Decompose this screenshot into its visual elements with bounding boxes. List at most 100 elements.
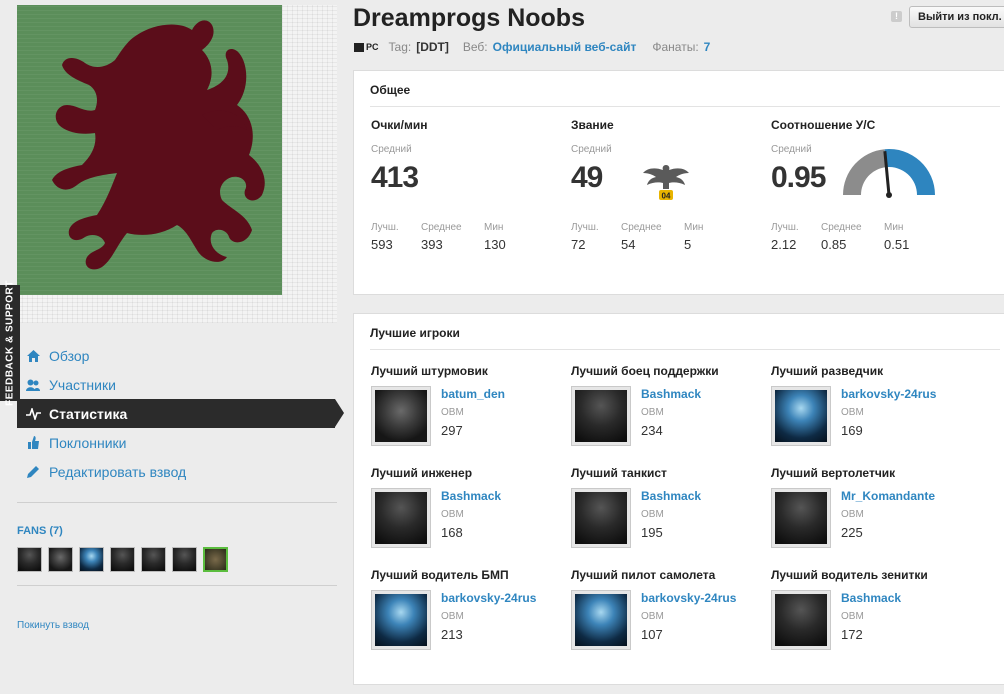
panel-title: Общее (370, 83, 411, 97)
avatar-image (375, 390, 427, 442)
leave-platoon-link[interactable]: Покинуть взвод (17, 620, 89, 631)
website-link[interactable]: Официальный веб-сайт (493, 40, 637, 54)
warning-icon[interactable]: ! (891, 11, 902, 22)
best-player-card: Лучший боец поддержки Bashmack ОВМ 234 (571, 364, 771, 464)
stat-rank: Звание Средний 49 04 Лучш. 72 Среднее 54 М… (571, 118, 771, 252)
avatar-image (775, 492, 827, 544)
sidebar-item-label: Поклонники (49, 434, 127, 451)
average-label: Среднее (421, 222, 462, 233)
player-role: Лучший разведчик (771, 364, 884, 378)
stat-sublabel: Средний (371, 144, 412, 155)
fan-avatar[interactable] (48, 547, 73, 572)
player-role: Лучший водитель зенитки (771, 568, 928, 582)
player-role: Лучший боец поддержки (571, 364, 719, 378)
sidebar-divider (17, 502, 337, 503)
fan-avatar[interactable] (110, 547, 135, 572)
player-role: Лучший пилот самолета (571, 568, 716, 582)
player-name-link[interactable]: Bashmack (641, 489, 701, 503)
player-name-link[interactable]: Bashmack (441, 489, 501, 503)
stat-sublabel: Средний (571, 144, 612, 155)
min-label: Мин (484, 222, 504, 233)
sidebar-item-edit-platoon[interactable]: Редактировать взвод (17, 457, 347, 486)
player-avatar[interactable] (571, 488, 631, 548)
best-label: Лучш. (571, 222, 599, 233)
platoon-emblem (17, 5, 337, 323)
player-role: Лучший инженер (371, 466, 473, 480)
player-name-link[interactable]: batum_den (441, 387, 505, 401)
player-stat-label: ОВМ (441, 509, 464, 520)
best-value: 2.12 (771, 237, 797, 252)
avatar-image (575, 594, 627, 646)
fan-avatar[interactable] (141, 547, 166, 572)
platform-label: PC (366, 42, 379, 52)
average-label: Среднее (821, 222, 862, 233)
page-title: Dreamprogs Noobs (353, 4, 585, 32)
stat-breakdown: Лучш. 2.12 Среднее 0.85 Мин 0.51 (771, 222, 934, 252)
player-name-link[interactable]: Bashmack (641, 387, 701, 401)
sidebar-item-stats[interactable]: Статистика (17, 399, 344, 428)
sidebar-item-label: Редактировать взвод (49, 463, 187, 480)
player-avatar[interactable] (371, 488, 431, 548)
player-score: 297 (441, 423, 463, 438)
min-value: 5 (684, 237, 692, 252)
panel-divider (370, 106, 1000, 107)
avatar-image (775, 390, 827, 442)
player-name-link[interactable]: barkovsky-24rus (441, 591, 536, 605)
tag-label: Tag: (388, 40, 412, 54)
fan-avatar[interactable] (172, 547, 197, 572)
sidebar-item-overview[interactable]: Обзор (17, 341, 347, 370)
player-avatar[interactable] (571, 590, 631, 650)
sidebar-item-members[interactable]: Участники (17, 370, 347, 399)
stat-heading: Соотношение У/С (771, 118, 876, 132)
fans-title[interactable]: FANS (7) (17, 525, 63, 537)
avatar-image (575, 492, 627, 544)
min-value: 0.51 (884, 237, 910, 252)
stat-heading: Звание (571, 118, 614, 132)
player-role: Лучший вертолетчик (771, 466, 896, 480)
fan-avatar[interactable] (203, 547, 228, 572)
platform-badge: PC (354, 42, 379, 52)
stat-breakdown: Лучш. 72 Среднее 54 Мин 5 (571, 222, 734, 252)
feedback-tab-label: FEEDBACK & SUPPORT (4, 280, 16, 406)
best-label: Лучш. (771, 222, 799, 233)
player-score: 195 (641, 525, 663, 540)
pencil-icon (25, 464, 41, 480)
player-name-link[interactable]: barkovsky-24rus (841, 387, 936, 401)
fans-thumbnails (17, 547, 228, 572)
average-value: 0.85 (821, 237, 847, 252)
player-stat-label: ОВМ (641, 611, 664, 622)
home-icon (25, 348, 41, 364)
gauge-hub (886, 192, 892, 198)
fan-avatar[interactable] (17, 547, 42, 572)
player-avatar[interactable] (771, 590, 831, 650)
stat-value: 49 (571, 161, 603, 194)
player-score: 225 (841, 525, 863, 540)
player-score: 168 (441, 525, 463, 540)
stat-score-per-minute: Очки/мин Средний 413 Лучш. 593 Среднее 393… (371, 118, 571, 252)
player-avatar[interactable] (371, 590, 431, 650)
best-player-card: Лучший водитель БМП barkovsky-24rus ОВМ 213 (371, 568, 571, 668)
leave-platoon-button[interactable]: Выйти из покл. (909, 6, 1004, 28)
average-label: Среднее (621, 222, 662, 233)
fans-count-link[interactable]: 7 (704, 40, 711, 54)
fan-avatar[interactable] (79, 547, 104, 572)
player-avatar[interactable] (771, 386, 831, 446)
player-score: 169 (841, 423, 863, 438)
pulse-icon (25, 406, 41, 422)
min-label: Мин (884, 222, 904, 233)
sidebar-item-label: Статистика (49, 405, 128, 422)
player-name-link[interactable]: barkovsky-24rus (641, 591, 736, 605)
player-stat-label: ОВМ (841, 509, 864, 520)
player-avatar[interactable] (571, 386, 631, 446)
player-name-link[interactable]: Bashmack (841, 591, 901, 605)
player-avatar[interactable] (371, 386, 431, 446)
best-player-card: Лучший разведчик barkovsky-24rus ОВМ 169 (771, 364, 971, 464)
sidebar-item-label: Обзор (49, 347, 90, 364)
avatar-image (575, 390, 627, 442)
player-name-link[interactable]: Mr_Komandante (841, 489, 935, 503)
player-avatar[interactable] (771, 488, 831, 548)
gauge-empty-arc (843, 149, 887, 195)
player-stat-label: ОВМ (641, 509, 664, 520)
sidebar-item-fans[interactable]: Поклонники (17, 428, 347, 457)
web-label: Веб: (462, 40, 488, 54)
